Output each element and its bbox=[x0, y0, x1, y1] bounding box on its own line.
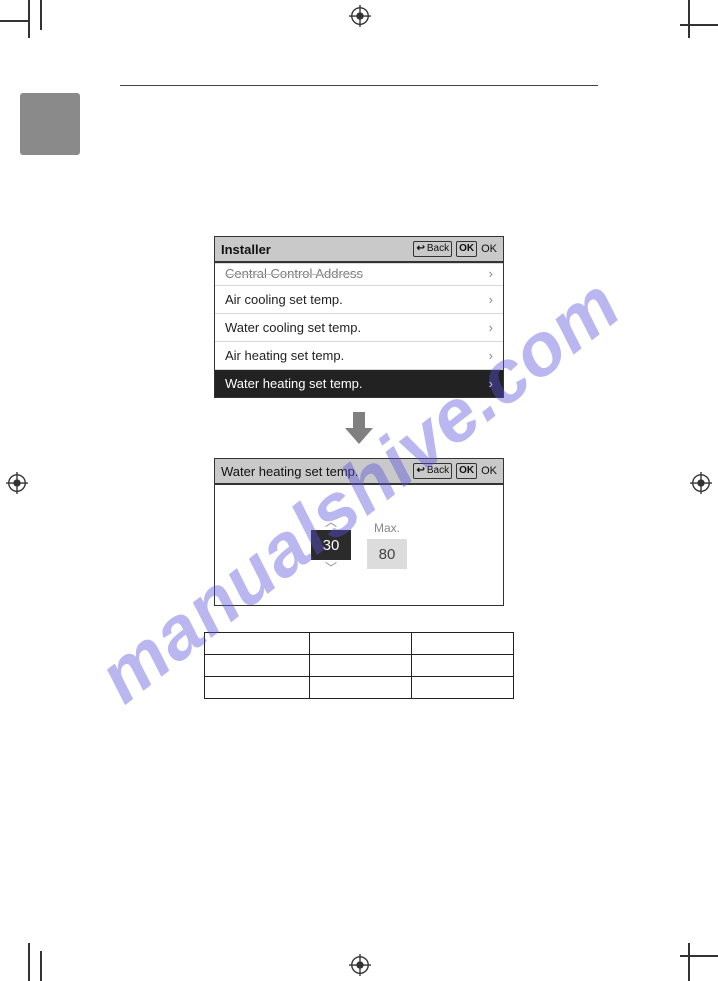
page-content: Installer ↩ Back OK OK Central Control A… bbox=[120, 85, 598, 699]
chevron-right-icon: › bbox=[489, 266, 493, 281]
chevron-right-icon: › bbox=[489, 292, 493, 307]
table-row bbox=[205, 655, 514, 677]
crop-mark-br bbox=[668, 931, 718, 981]
max-label: Max. bbox=[374, 521, 400, 535]
max-value-column: Max. 80 bbox=[367, 521, 407, 569]
table-row bbox=[205, 677, 514, 699]
back-label: Back bbox=[427, 242, 449, 256]
water-heating-title: Water heating set temp. bbox=[221, 464, 359, 479]
water-heating-header: Water heating set temp. ↩ Back OK OK bbox=[215, 459, 503, 485]
chevron-right-icon: › bbox=[489, 348, 493, 363]
ok-icon: OK bbox=[459, 242, 474, 256]
crop-mark-tr bbox=[668, 0, 718, 50]
crop-mark-extra bbox=[0, 20, 30, 22]
back-button[interactable]: ↩ Back bbox=[413, 463, 452, 479]
crop-mark-tl bbox=[0, 0, 50, 50]
value-editor: ︿ 30 ﹀ Max. 80 bbox=[215, 485, 503, 605]
chevron-up-icon[interactable]: ︿ bbox=[325, 516, 337, 528]
down-arrow-icon bbox=[339, 408, 379, 448]
registration-mark-right bbox=[690, 472, 712, 494]
menu-item-label: Water heating set temp. bbox=[225, 376, 363, 391]
current-value[interactable]: 30 bbox=[311, 530, 351, 560]
menu-item-label: Central Control Address bbox=[225, 266, 363, 281]
menu-item-label: Water cooling set temp. bbox=[225, 320, 361, 335]
back-icon: ↩ bbox=[416, 464, 424, 478]
water-heating-panel: Water heating set temp. ↩ Back OK OK ︿ 3… bbox=[214, 458, 504, 606]
menu-item-air-heating[interactable]: Air heating set temp. › bbox=[215, 342, 503, 370]
max-value: 80 bbox=[367, 539, 407, 569]
menu-item-label: Air cooling set temp. bbox=[225, 292, 343, 307]
registration-mark-bottom bbox=[349, 954, 371, 976]
menu-item-central-control[interactable]: Central Control Address › bbox=[215, 263, 503, 286]
chevron-right-icon: › bbox=[489, 376, 493, 391]
side-tab bbox=[20, 93, 80, 155]
spec-table bbox=[204, 632, 514, 699]
ok-label: OK bbox=[481, 243, 497, 255]
ok-button[interactable]: OK bbox=[456, 241, 477, 257]
registration-mark-left bbox=[6, 472, 28, 494]
back-label: Back bbox=[427, 464, 449, 478]
table-row bbox=[205, 633, 514, 655]
back-icon: ↩ bbox=[416, 242, 424, 256]
chevron-right-icon: › bbox=[489, 320, 493, 335]
value-stepper: ︿ 30 ﹀ bbox=[311, 516, 351, 574]
crop-mark-bl bbox=[0, 931, 50, 981]
ok-label: OK bbox=[481, 465, 497, 477]
installer-title: Installer bbox=[221, 242, 271, 257]
chevron-down-icon[interactable]: ﹀ bbox=[325, 562, 337, 574]
installer-menu-panel: Installer ↩ Back OK OK Central Control A… bbox=[214, 236, 504, 398]
menu-item-label: Air heating set temp. bbox=[225, 348, 344, 363]
ok-icon: OK bbox=[459, 464, 474, 478]
menu-item-water-heating[interactable]: Water heating set temp. › bbox=[215, 370, 503, 397]
installer-panel-header: Installer ↩ Back OK OK bbox=[215, 237, 503, 263]
back-button[interactable]: ↩ Back bbox=[413, 241, 452, 257]
registration-mark-top bbox=[349, 5, 371, 27]
menu-item-water-cooling[interactable]: Water cooling set temp. › bbox=[215, 314, 503, 342]
menu-item-air-cooling[interactable]: Air cooling set temp. › bbox=[215, 286, 503, 314]
ok-button[interactable]: OK bbox=[456, 463, 477, 479]
